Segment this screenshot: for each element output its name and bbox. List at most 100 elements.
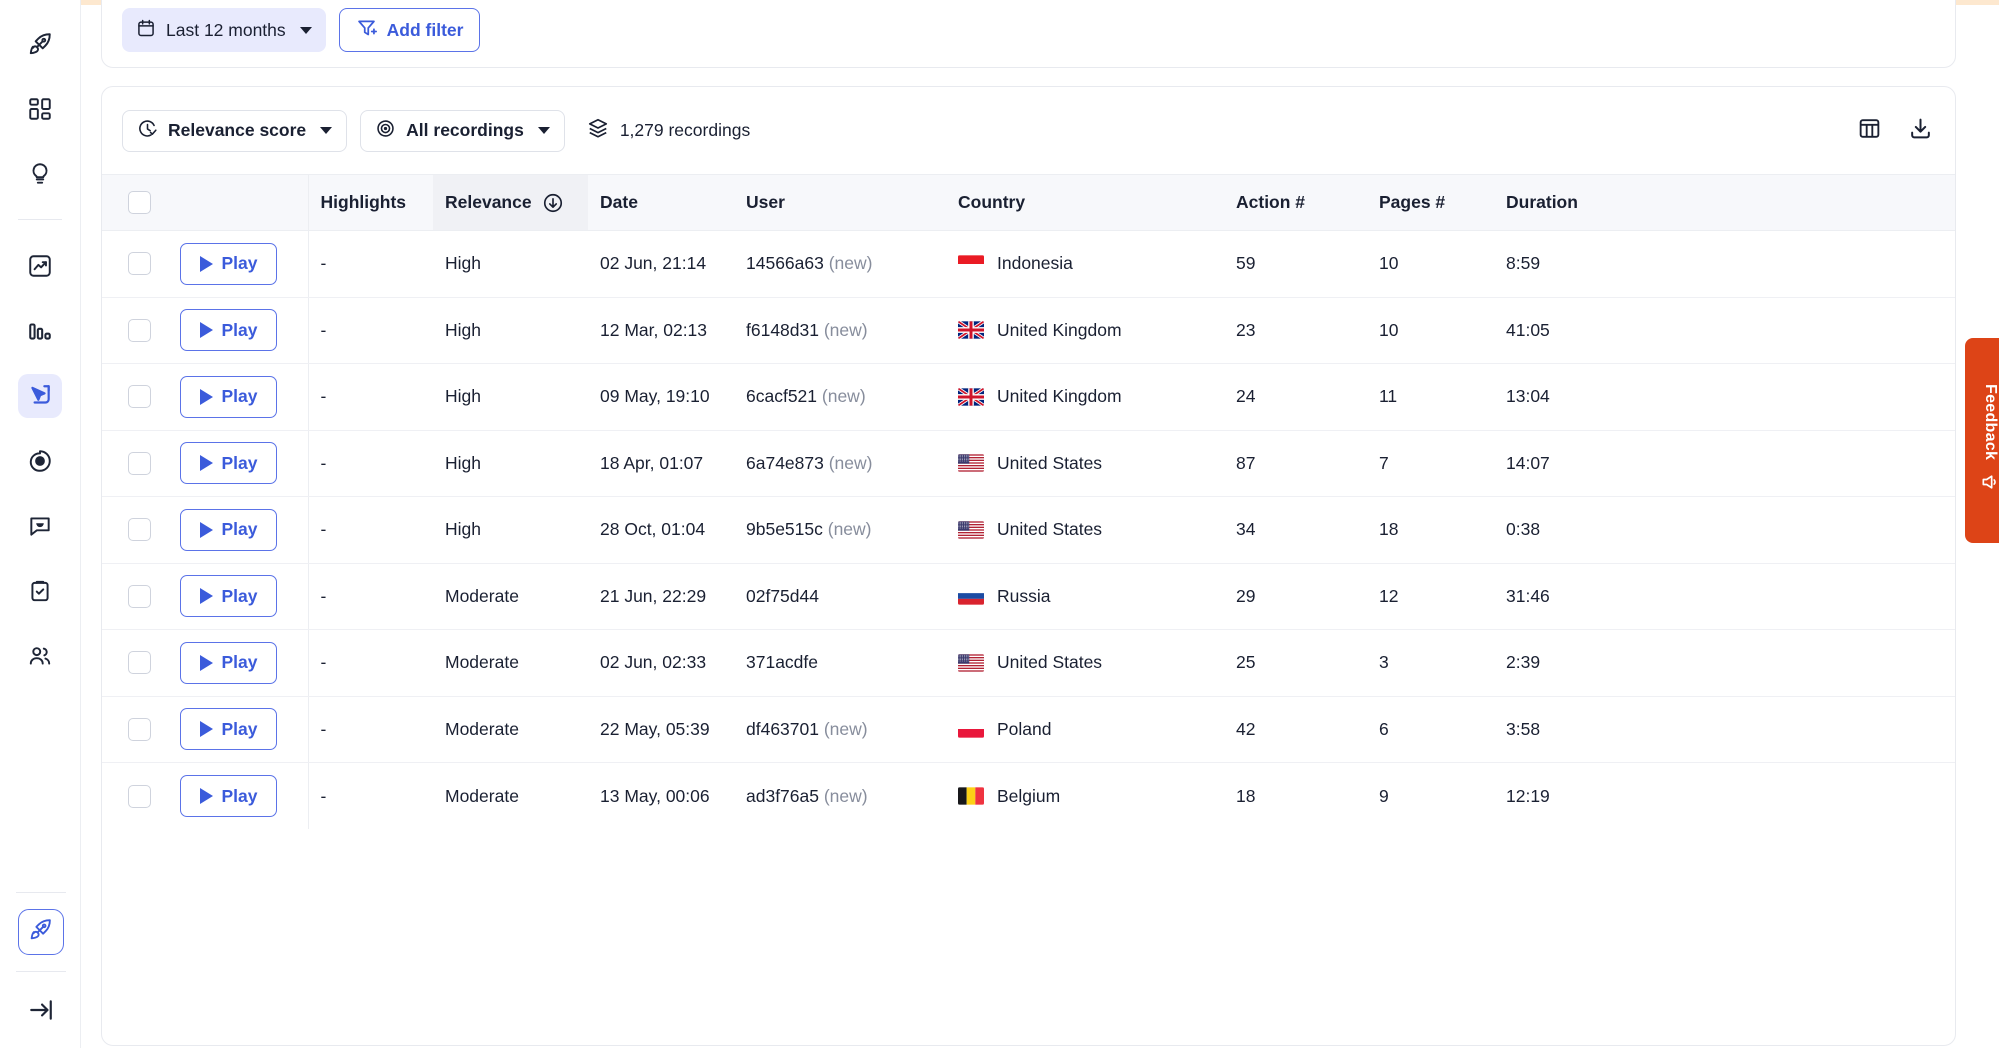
add-filter-button[interactable]: Add filter	[338, 8, 481, 52]
table-row[interactable]: Play - High 28 Oct, 01:04 9b5e515c (new) Unit…	[102, 496, 1955, 564]
play-button[interactable]: Play	[180, 442, 277, 485]
row-country: Poland	[946, 696, 1224, 763]
sidebar-item-funnels[interactable]	[18, 309, 62, 353]
row-user[interactable]: 9b5e515c (new)	[734, 496, 946, 564]
play-button[interactable]: Play	[180, 575, 277, 618]
row-checkbox[interactable]	[128, 651, 151, 675]
play-button-label: Play	[221, 785, 258, 806]
table-row[interactable]: Play - High 02 Jun, 21:14 14566a63 (new) Indo…	[102, 230, 1955, 298]
row-play-cell: Play	[168, 297, 308, 364]
actions-column-header[interactable]: Action #	[1224, 174, 1367, 231]
row-pages-count: 12	[1367, 563, 1494, 630]
play-button[interactable]: Play	[180, 641, 277, 684]
date-column-header[interactable]: Date	[588, 174, 734, 231]
row-user[interactable]: f6148d31 (new)	[734, 297, 946, 364]
sidebar-item-dashboards[interactable]	[18, 87, 62, 131]
country-label: United Kingdom	[997, 319, 1122, 340]
row-checkbox[interactable]	[128, 451, 151, 475]
country-flag-icon	[958, 587, 984, 605]
chevron-down-icon	[537, 127, 550, 134]
row-checkbox[interactable]	[128, 518, 151, 542]
new-user-tag: (new)	[828, 253, 873, 274]
pages-column-header[interactable]: Pages #	[1367, 174, 1494, 231]
row-checkbox[interactable]	[128, 717, 151, 741]
new-user-tag: (new)	[821, 386, 866, 407]
row-duration: 3:58	[1494, 696, 1624, 763]
columns-settings-button[interactable]	[1857, 116, 1882, 146]
row-checkbox[interactable]	[128, 584, 151, 608]
highlights-column-header[interactable]: Highlights	[307, 174, 433, 231]
feedback-edge-tab[interactable]: Feedback	[1965, 338, 1999, 543]
table-row[interactable]: Play - High 12 Mar, 02:13 f6148d31 (new) Unit…	[102, 297, 1955, 364]
recordings-filter-selector[interactable]: All recordings	[360, 109, 565, 152]
row-user[interactable]: 14566a63 (new)	[734, 230, 946, 298]
row-tail	[1624, 763, 1955, 830]
row-highlights: -	[307, 629, 433, 697]
row-checkbox[interactable]	[128, 318, 151, 342]
upgrade-rocket-button[interactable]	[17, 909, 64, 955]
country-flag-icon	[958, 321, 984, 340]
sidebar-item-recordings[interactable]	[18, 374, 62, 418]
main-content: Last 12 months Add filter Relevance scor…	[81, 0, 1999, 1048]
play-icon	[199, 654, 213, 671]
row-tail	[1624, 430, 1955, 497]
table-row[interactable]: Play - Moderate 21 Jun, 22:29 02f75d44 Russia…	[102, 563, 1955, 630]
collapse-sidebar-button[interactable]	[19, 990, 63, 1034]
date-range-selector[interactable]: Last 12 months	[122, 8, 326, 52]
row-user[interactable]: 6a74e873 (new)	[734, 430, 946, 497]
row-checkbox[interactable]	[128, 252, 151, 276]
chat-bubble-icon	[27, 513, 53, 539]
row-user[interactable]: 371acdfe	[734, 629, 946, 697]
play-button[interactable]: Play	[180, 708, 277, 751]
recordings-table-card: Relevance score All recordings 1,279 rec…	[101, 86, 1956, 1046]
select-all-checkbox[interactable]	[128, 191, 151, 214]
country-flag-icon	[958, 654, 984, 672]
row-checkbox[interactable]	[128, 784, 151, 808]
relevance-column-header[interactable]: Relevance	[433, 174, 588, 231]
row-user[interactable]: 02f75d44	[734, 563, 946, 630]
row-highlights: -	[307, 563, 433, 630]
download-button[interactable]	[1908, 116, 1933, 146]
play-button[interactable]: Play	[180, 242, 277, 285]
play-icon	[199, 788, 213, 804]
table-row[interactable]: Play - High 09 May, 19:10 6cacf521 (new) Unit…	[102, 363, 1955, 431]
play-button[interactable]: Play	[180, 775, 277, 817]
duration-column-header[interactable]: Duration	[1494, 174, 1624, 231]
row-pages-count: 6	[1367, 696, 1494, 763]
sidebar-item-surveys[interactable]	[18, 569, 62, 613]
row-duration: 41:05	[1494, 297, 1624, 364]
row-tail	[1624, 496, 1955, 564]
table-row[interactable]: Play - Moderate 02 Jun, 02:33 371acdfe United…	[102, 629, 1955, 697]
row-checkbox[interactable]	[128, 385, 151, 409]
table-row[interactable]: Play - High 18 Apr, 01:07 6a74e873 (new) Unit…	[102, 430, 1955, 497]
play-button[interactable]: Play	[180, 309, 277, 352]
row-pages-count: 11	[1367, 363, 1494, 431]
table-row[interactable]: Play - Moderate 13 May, 00:06 ad3f76a5 (new)…	[102, 762, 1955, 830]
row-user[interactable]: ad3f76a5 (new)	[734, 763, 946, 830]
sidebar-item-analytics[interactable]	[18, 244, 62, 288]
row-user[interactable]: 6cacf521 (new)	[734, 363, 946, 431]
play-button[interactable]: Play	[180, 375, 277, 418]
sidebar-item-get-started[interactable]	[18, 22, 62, 66]
table-row[interactable]: Play - Moderate 22 May, 05:39 df463701 (new)…	[102, 696, 1955, 763]
users-icon	[27, 643, 53, 669]
tail-column-header	[1624, 174, 1955, 231]
new-user-tag: (new)	[827, 519, 872, 540]
dashboard-grid-icon	[27, 96, 53, 122]
row-actions-count: 18	[1236, 785, 1256, 806]
country-column-header[interactable]: Country	[946, 174, 1224, 231]
sidebar-item-users[interactable]	[18, 634, 62, 678]
row-actions-count: 29	[1224, 563, 1367, 630]
sidebar-item-heatmaps[interactable]	[18, 439, 62, 483]
add-filter-label: Add filter	[386, 19, 464, 40]
highlights-column-label: Highlights	[320, 192, 407, 212]
user-column-header[interactable]: User	[734, 174, 946, 231]
row-country: United States	[946, 496, 1224, 564]
row-user[interactable]: df463701 (new)	[734, 696, 946, 763]
chevron-down-icon	[299, 26, 312, 34]
sidebar-item-insights[interactable]	[18, 152, 62, 196]
play-button[interactable]: Play	[180, 508, 277, 551]
filter-row: Last 12 months Add filter	[122, 8, 481, 52]
sort-by-selector[interactable]: Relevance score	[122, 109, 348, 152]
sidebar-item-feedback[interactable]	[18, 504, 62, 548]
